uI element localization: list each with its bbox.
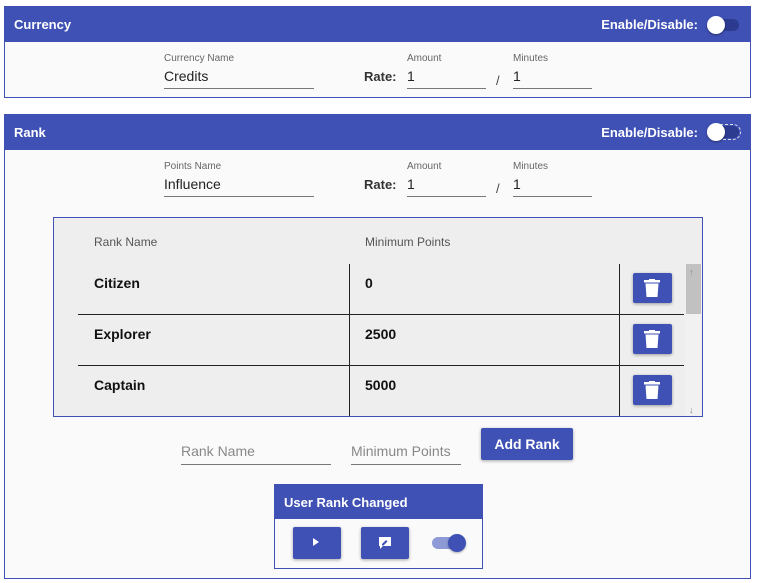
chat-edit-icon (379, 537, 391, 549)
test-event-button[interactable] (293, 527, 341, 559)
currency-header: Currency Enable/Disable: (5, 7, 750, 42)
header-minimum-points: Minimum Points (365, 235, 451, 249)
delete-rank-button[interactable] (633, 375, 672, 405)
min-points-cell: 2500 (365, 326, 397, 342)
new-rank-name-input[interactable]: Rank Name (181, 443, 331, 465)
rank-amount-input[interactable]: 1 (407, 173, 486, 197)
event-title: User Rank Changed (275, 485, 482, 519)
points-name-input[interactable]: Influence (164, 173, 314, 197)
min-points-placeholder: Minimum Points (351, 443, 461, 465)
toggle-knob (707, 16, 725, 34)
rank-enable-label: Enable/Disable: (601, 125, 698, 140)
rank-rate-label: Rate: (364, 177, 397, 192)
delete-rank-button[interactable] (633, 273, 672, 303)
rank-name-cell: Citizen (94, 275, 140, 291)
rank-name-placeholder: Rank Name (181, 443, 331, 465)
currency-name-label: Currency Name (164, 53, 235, 64)
currency-amount-label: Amount (407, 53, 442, 64)
rank-amount-label: Amount (407, 161, 442, 172)
trash-icon (644, 330, 660, 348)
rank-header: Rank Enable/Disable: (5, 115, 750, 150)
toggle-knob (448, 534, 466, 552)
rank-minutes-field[interactable]: Minutes 1 (513, 161, 592, 197)
rank-name-cell: Explorer (94, 326, 151, 342)
min-points-cell: 5000 (365, 377, 397, 393)
currency-card: Currency Enable/Disable: Currency Name C… (4, 6, 751, 98)
new-min-points-input[interactable]: Minimum Points (351, 443, 461, 465)
rank-minutes-label: Minutes (513, 161, 549, 172)
scroll-down-arrow-icon[interactable]: ↓ (689, 405, 694, 415)
add-rank-button[interactable]: Add Rank (481, 428, 573, 460)
event-enable-toggle[interactable] (432, 534, 466, 552)
table-scrollbar[interactable]: ↑ ↓ (685, 264, 702, 416)
user-rank-changed-card: User Rank Changed (274, 484, 483, 569)
delete-rank-button[interactable] (633, 324, 672, 354)
currency-minutes-label: Minutes (513, 53, 549, 64)
rank-rate-slash: / (496, 181, 500, 196)
points-name-field[interactable]: Points Name Influence (164, 161, 314, 197)
currency-amount-input[interactable]: 1 (407, 65, 486, 89)
currency-title: Currency (14, 17, 72, 32)
rank-title: Rank (14, 125, 46, 140)
currency-amount-field[interactable]: Amount 1 (407, 53, 486, 89)
rank-table[interactable]: Rank Name Minimum Points Citizen 0 Explo… (53, 217, 703, 417)
min-points-cell: 0 (365, 275, 373, 291)
trash-icon (644, 279, 660, 297)
rank-minutes-input[interactable]: 1 (513, 173, 592, 197)
rank-card: Rank Enable/Disable: Points Name Influen… (4, 114, 751, 579)
table-row: Explorer 2500 (78, 315, 684, 366)
currency-minutes-input[interactable]: 1 (513, 65, 592, 89)
currency-enable-toggle[interactable] (707, 16, 739, 34)
toggle-knob (707, 123, 725, 141)
edit-event-button[interactable] (361, 527, 409, 559)
rank-amount-field[interactable]: Amount 1 (407, 161, 486, 197)
trash-icon (644, 381, 660, 399)
points-name-label: Points Name (164, 161, 222, 172)
currency-rate-label: Rate: (364, 69, 397, 84)
currency-minutes-field[interactable]: Minutes 1 (513, 53, 592, 89)
currency-name-field[interactable]: Currency Name Credits (164, 53, 314, 89)
currency-name-input[interactable]: Credits (164, 65, 314, 89)
play-icon (313, 538, 319, 546)
scroll-up-arrow-icon[interactable]: ↑ (689, 267, 694, 277)
currency-rate-slash: / (496, 73, 500, 88)
currency-enable-label: Enable/Disable: (601, 17, 698, 32)
rank-name-cell: Captain (94, 377, 146, 393)
rank-enable-toggle[interactable] (707, 123, 741, 141)
table-row: Citizen 0 (78, 264, 684, 315)
table-row: Captain 5000 (78, 366, 684, 416)
header-rank-name: Rank Name (94, 235, 158, 249)
